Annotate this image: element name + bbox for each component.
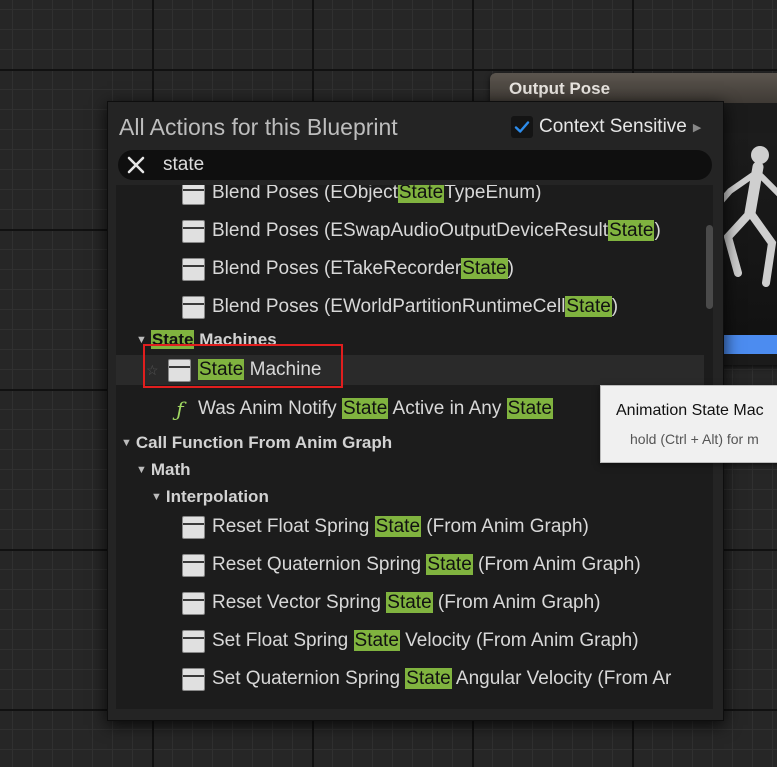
label-text: Blend Poses (ETakeRecorder xyxy=(212,258,462,279)
label-text: ) xyxy=(654,220,661,241)
node-icon xyxy=(182,553,205,577)
row-label: Interpolation xyxy=(166,487,269,507)
label-text: Velocity (From Anim Graph) xyxy=(399,630,639,651)
action-item[interactable]: Reset Float Spring State (From Anim Grap… xyxy=(116,512,704,542)
node-icon xyxy=(182,257,205,281)
output-pose-title: Output Pose xyxy=(490,73,777,103)
search-match-highlight: State xyxy=(353,630,400,651)
tooltip: Animation State Mac hold (Ctrl + Alt) fo… xyxy=(600,385,777,463)
label-text: Blend Poses (EObject xyxy=(212,185,398,203)
search-match-highlight: State xyxy=(405,668,452,689)
action-item[interactable]: Blend Poses (EObjectStateTypeEnum) xyxy=(116,185,704,208)
action-item[interactable]: Reset Vector Spring State (From Anim Gra… xyxy=(116,588,704,618)
close-icon[interactable] xyxy=(125,154,147,176)
menu-title: All Actions for this Blueprint xyxy=(119,114,398,140)
label-text: Angular Velocity (From Ar xyxy=(451,668,672,689)
label-text: Math xyxy=(150,460,191,479)
tooltip-title: Animation State Mac xyxy=(616,402,764,419)
context-sensitive-label: Context Sensitive xyxy=(539,116,687,137)
tooltip-hint: hold (Ctrl + Alt) for m xyxy=(630,431,759,447)
action-item[interactable]: Reset Quaternion Spring State (From Anim… xyxy=(116,550,704,580)
row-label: Reset Quaternion Spring State (From Anim… xyxy=(212,554,641,576)
search-match-highlight: State xyxy=(506,398,553,419)
row-label: Blend Poses (ESwapAudioOutputDeviceResul… xyxy=(212,220,661,242)
row-label: Math xyxy=(151,460,191,480)
label-text: TypeEnum) xyxy=(444,185,542,203)
chevron-right-icon[interactable]: ▶ xyxy=(693,121,701,134)
node-icon xyxy=(182,629,205,653)
search-match-highlight: State xyxy=(341,398,389,419)
expand-triangle-icon[interactable]: ▼ xyxy=(121,437,132,449)
row-label: Reset Vector Spring State (From Anim Gra… xyxy=(212,592,601,614)
node-icon xyxy=(182,185,205,205)
action-item[interactable]: Blend Poses (ETakeRecorderState) xyxy=(116,254,704,284)
label-text: Blend Poses (EWorldPartitionRuntimeCell xyxy=(212,296,566,317)
node-icon xyxy=(182,515,205,539)
context-sensitive-checkbox[interactable] xyxy=(511,116,533,138)
label-text: ) xyxy=(507,258,514,279)
label-text: (From Anim Graph) xyxy=(421,516,589,537)
label-text: Reset Float Spring xyxy=(212,516,375,537)
selection-highlight-box xyxy=(143,344,343,388)
search-match-highlight: State xyxy=(386,592,433,613)
search-match-highlight: State xyxy=(397,185,445,203)
search-box xyxy=(118,150,712,180)
expand-triangle-icon[interactable]: ▼ xyxy=(136,464,147,476)
label-text: (From Anim Graph) xyxy=(472,554,641,575)
search-match-highlight: State xyxy=(461,258,508,279)
action-item[interactable]: Set Float Spring State Velocity (From An… xyxy=(116,626,704,656)
search-match-highlight: State xyxy=(374,516,422,537)
row-label: Call Function From Anim Graph xyxy=(136,433,392,453)
search-match-highlight: State xyxy=(426,554,473,575)
function-icon: ƒ xyxy=(176,397,184,421)
label-text: Interpolation xyxy=(165,487,269,506)
search-match-highlight: State xyxy=(565,296,612,317)
action-item[interactable]: Blend Poses (ESwapAudioOutputDeviceResul… xyxy=(116,216,704,246)
row-label: Set Float Spring State Velocity (From An… xyxy=(212,630,639,652)
action-item[interactable]: Set Quaternion Spring State Angular Velo… xyxy=(116,664,704,694)
row-label: Blend Poses (EWorldPartitionRuntimeCellS… xyxy=(212,296,618,318)
row-label: Set Quaternion Spring State Angular Velo… xyxy=(212,668,671,690)
node-icon xyxy=(182,667,205,691)
label-text: Reset Vector Spring xyxy=(212,592,387,613)
label-text: (From Anim Graph) xyxy=(432,592,601,613)
results-scrollbar[interactable] xyxy=(706,225,713,309)
row-label: Was Anim Notify State Active in Any Stat… xyxy=(198,398,553,420)
label-text: ) xyxy=(611,296,619,317)
label-text: Blend Poses (ESwapAudioOutputDeviceResul… xyxy=(212,220,609,241)
node-icon xyxy=(182,591,205,615)
checkmark-icon xyxy=(514,121,530,133)
label-text: Call Function From Anim Graph xyxy=(135,433,393,452)
label-text: Active in Any xyxy=(388,398,507,419)
node-icon xyxy=(182,295,205,319)
expand-triangle-icon[interactable]: ▼ xyxy=(151,491,162,503)
row-label: Blend Poses (ETakeRecorderState) xyxy=(212,258,514,280)
search-input[interactable] xyxy=(163,150,683,180)
search-match-highlight: State xyxy=(608,220,655,241)
node-icon xyxy=(182,219,205,243)
context-sensitive-toggle[interactable]: Context Sensitive ▶ xyxy=(511,114,701,140)
label-text: Set Float Spring xyxy=(212,630,354,651)
row-label: Blend Poses (EObjectStateTypeEnum) xyxy=(212,185,541,204)
row-label: Reset Float Spring State (From Anim Grap… xyxy=(212,516,589,538)
label-text: Was Anim Notify xyxy=(198,398,342,419)
category-row[interactable]: ▼ Interpolation xyxy=(116,484,704,510)
action-item[interactable]: Blend Poses (EWorldPartitionRuntimeCellS… xyxy=(116,292,704,322)
label-text: Set Quaternion Spring xyxy=(212,668,406,689)
pose-output-pin-bar xyxy=(722,335,777,354)
label-text: Reset Quaternion Spring xyxy=(212,554,427,575)
